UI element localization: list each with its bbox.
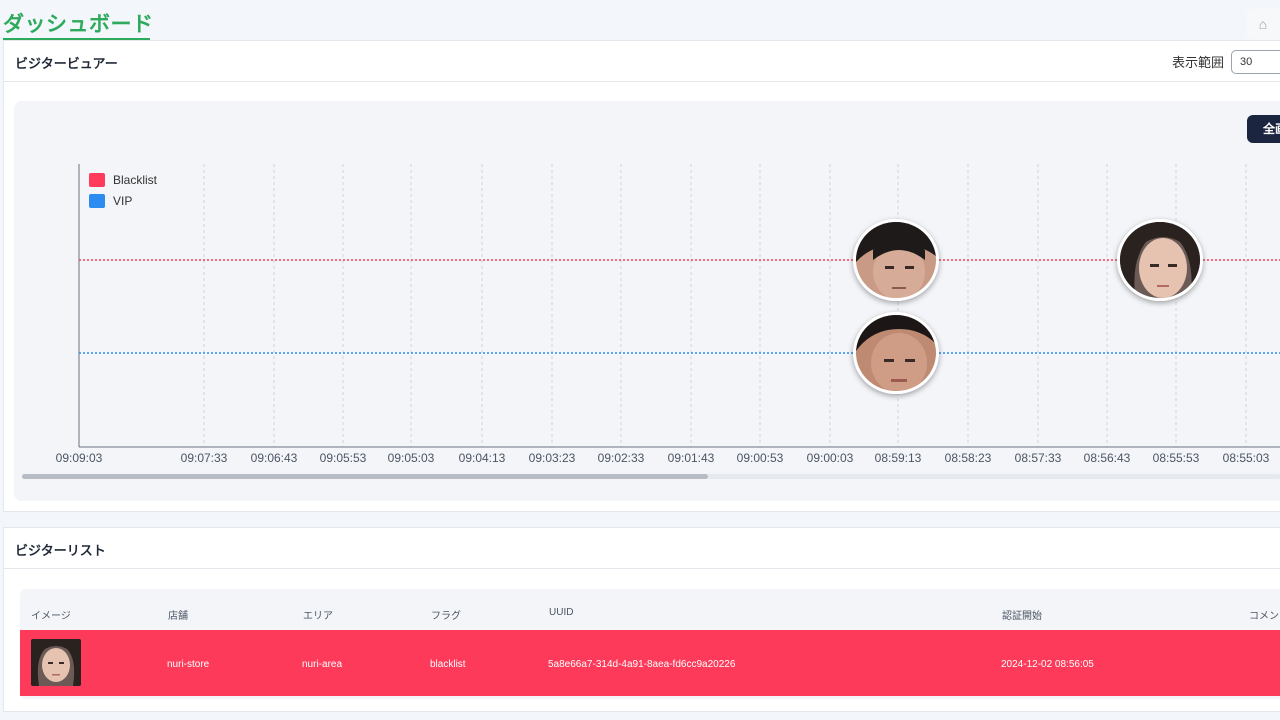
visitor-face-marker[interactable] bbox=[853, 312, 939, 394]
cell-area: nuri-area bbox=[302, 659, 343, 670]
x-tick-label: 08:58:23 bbox=[945, 451, 992, 465]
fullscreen-button[interactable]: 全画 bbox=[1247, 115, 1280, 143]
x-tick-label: 08:59:13 bbox=[875, 451, 922, 465]
x-tick-label: 09:00:53 bbox=[737, 451, 784, 465]
x-tick-label: 09:05:03 bbox=[388, 451, 435, 465]
column-header-image[interactable]: イメージ bbox=[31, 607, 71, 622]
visitor-face-marker[interactable] bbox=[1117, 219, 1203, 301]
x-tick-label: 09:06:43 bbox=[251, 451, 298, 465]
x-tick-label: 08:57:33 bbox=[1015, 451, 1062, 465]
x-tick-label: 09:02:33 bbox=[598, 451, 645, 465]
x-tick-label: 09:07:33 bbox=[181, 451, 228, 465]
legend-item-blacklist[interactable]: Blacklist bbox=[89, 169, 157, 190]
visitor-list-panel: ビジターリスト イメージ 店舗 エリア フラグ UUID 認証開始 コメン nu… bbox=[3, 527, 1280, 712]
legend-item-vip[interactable]: VIP bbox=[89, 190, 157, 211]
visitor-viewer-panel: ビジタービュアー 表示範囲 30 09:09:03 09:07:33 09:06:4… bbox=[3, 40, 1280, 512]
legend-swatch-blacklist bbox=[89, 172, 105, 187]
display-range-select[interactable]: 30 bbox=[1231, 50, 1280, 74]
chart-scrollbar-thumb[interactable] bbox=[22, 474, 708, 479]
x-tick-label: 09:01:43 bbox=[668, 451, 715, 465]
cell-auth-start: 2024-12-02 08:56:05 bbox=[1001, 659, 1094, 670]
column-header-flag[interactable]: フラグ bbox=[431, 607, 461, 622]
legend-swatch-vip bbox=[89, 193, 105, 208]
chart-canvas: 09:09:03 09:07:33 09:06:43 09:05:53 09:05:03… bbox=[56, 164, 1280, 465]
cell-store: nuri-store bbox=[167, 659, 210, 670]
visitor-thumbnail bbox=[31, 639, 81, 686]
top-bar: ダッシュボード ⌂ bbox=[0, 0, 1280, 40]
x-tick-label: 09:04:13 bbox=[459, 451, 506, 465]
column-header-comment[interactable]: コメン bbox=[1249, 607, 1279, 622]
x-tick-label: 08:55:03 bbox=[1223, 451, 1270, 465]
x-tick-label: 08:55:53 bbox=[1153, 451, 1200, 465]
visitor-chart: 09:09:03 09:07:33 09:06:43 09:05:53 09:05:03… bbox=[14, 101, 1280, 501]
chart-legend: Blacklist VIP bbox=[89, 169, 157, 211]
cell-flag: blacklist bbox=[430, 659, 466, 670]
cell-uuid: 5a8e66a7-314d-4a91-8aea-fd6cc9a20226 bbox=[548, 659, 736, 670]
visitor-table: イメージ 店舗 エリア フラグ UUID 認証開始 コメン nuri-store… bbox=[20, 589, 1280, 699]
x-tick-label: 09:00:03 bbox=[807, 451, 854, 465]
column-header-auth-start[interactable]: 認証開始 bbox=[1002, 607, 1042, 622]
visitor-viewer-header: ビジタービュアー 表示範囲 30 bbox=[4, 41, 1280, 82]
home-icon[interactable]: ⌂ bbox=[1246, 9, 1280, 39]
x-tick-label: 08:56:43 bbox=[1084, 451, 1131, 465]
visitor-viewer-title: ビジタービュアー bbox=[15, 56, 118, 71]
column-header-area[interactable]: エリア bbox=[303, 607, 333, 622]
legend-label-blacklist: Blacklist bbox=[113, 172, 158, 187]
column-header-store[interactable]: 店舗 bbox=[168, 607, 188, 622]
table-row[interactable]: nuri-store nuri-area blacklist 5a8e66a7-… bbox=[20, 630, 1280, 696]
display-range-label: 表示範囲 bbox=[1172, 55, 1225, 70]
visitor-face-marker[interactable] bbox=[853, 219, 939, 301]
x-tick-label: 09:09:03 bbox=[56, 451, 103, 465]
column-header-uuid[interactable]: UUID bbox=[549, 607, 573, 618]
legend-label-vip: VIP bbox=[113, 193, 133, 208]
visitor-list-header: ビジターリスト bbox=[4, 528, 1280, 569]
x-tick-label: 09:05:53 bbox=[320, 451, 367, 465]
x-tick-label: 09:03:23 bbox=[529, 451, 576, 465]
page-title: ダッシュボード bbox=[3, 13, 154, 36]
visitor-list-title: ビジターリスト bbox=[15, 543, 106, 558]
